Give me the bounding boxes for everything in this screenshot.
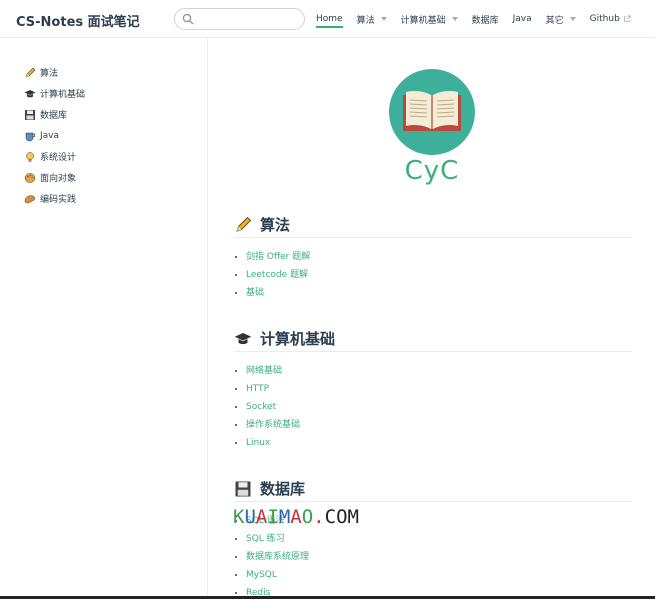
sidebar-item-database[interactable]: 数据库 (24, 104, 207, 125)
list-item[interactable]: 操作系统基础 (246, 416, 632, 434)
open-book-logo-icon (389, 69, 475, 155)
coffee-icon (25, 132, 35, 141)
list-item[interactable]: 网络基础 (246, 362, 632, 380)
main-content: CyC 算法 剑指 Offer 题解 Leetcode 题解 基础 计算机基础 … (209, 38, 655, 599)
section-cs-basics: 计算机基础 网络基础 HTTP Socket 操作系统基础 Linux (234, 328, 632, 452)
section-heading: 算法 (234, 214, 632, 238)
nav-others[interactable]: 其它 (546, 0, 576, 38)
search-icon (182, 13, 194, 25)
chevron-down-icon (569, 17, 576, 21)
graduation-cap-icon (24, 89, 36, 97)
section-algorithm: 算法 剑指 Offer 题解 Leetcode 题解 基础 (234, 214, 632, 302)
list-item[interactable]: MySQL (246, 566, 632, 584)
nav-links: Home 算法 计算机基础 数据库 Java 其它 Github (316, 0, 645, 38)
search-input[interactable] (174, 8, 305, 30)
section-heading: 数据库 (234, 478, 632, 502)
nav-home[interactable]: Home (316, 0, 343, 38)
list-item[interactable]: 剑指 Offer 题解 (246, 248, 632, 266)
nav-cs-basics[interactable]: 计算机基础 (401, 0, 458, 38)
nav-database[interactable]: 数据库 (472, 0, 499, 38)
list-item[interactable]: Socket (246, 398, 632, 416)
lightbulb-icon (26, 151, 34, 162)
nav-algorithm[interactable]: 算法 (357, 0, 387, 38)
site-title[interactable]: CS-Notes 面试笔记 (16, 11, 140, 30)
floppy-disk-icon (235, 481, 251, 496)
sidebar-item-coding-practice[interactable]: 编码实践 (24, 188, 207, 209)
sidebar-item-algorithm[interactable]: 算法 (24, 62, 207, 83)
list-item[interactable]: Linux (246, 434, 632, 452)
list-item[interactable]: 数据库系统原理 (246, 548, 632, 566)
logo-text: CyC (404, 156, 460, 186)
palette-icon (24, 172, 36, 183)
external-link-icon (623, 15, 631, 22)
bread-icon (24, 195, 35, 203)
list-item[interactable]: Leetcode 题解 (246, 266, 632, 284)
sidebar-item-oop[interactable]: 面向对象 (24, 167, 207, 188)
chevron-down-icon (380, 17, 387, 21)
chevron-down-icon (451, 17, 458, 21)
sidebar-item-java[interactable]: Java (24, 125, 207, 146)
nav-github[interactable]: Github (590, 0, 631, 38)
list-item[interactable]: 基础 (246, 284, 632, 302)
pencil-icon (25, 67, 36, 77)
top-navbar: CS-Notes 面试笔记 Home 算法 计算机基础 数据库 Java 其它 … (0, 0, 655, 38)
sidebar: 算法 计算机基础 数据库 Java 系统设计 面向对象 编码实践 (0, 38, 208, 599)
list-item[interactable]: HTTP (246, 380, 632, 398)
floppy-disk-icon (25, 109, 35, 120)
section-database: 数据库 SQL 语法 SQL 练习 数据库系统原理 MySQL Redis (234, 478, 632, 599)
pencil-icon (236, 216, 252, 232)
section-heading: 计算机基础 (234, 328, 632, 352)
list-item[interactable]: SQL 练习 (246, 530, 632, 548)
nav-java[interactable]: Java (513, 0, 532, 38)
watermark: KUAIMAO.COM (233, 506, 359, 528)
graduation-cap-icon (234, 332, 252, 344)
sidebar-item-cs-basics[interactable]: 计算机基础 (24, 83, 207, 104)
sidebar-item-system-design[interactable]: 系统设计 (24, 146, 207, 167)
